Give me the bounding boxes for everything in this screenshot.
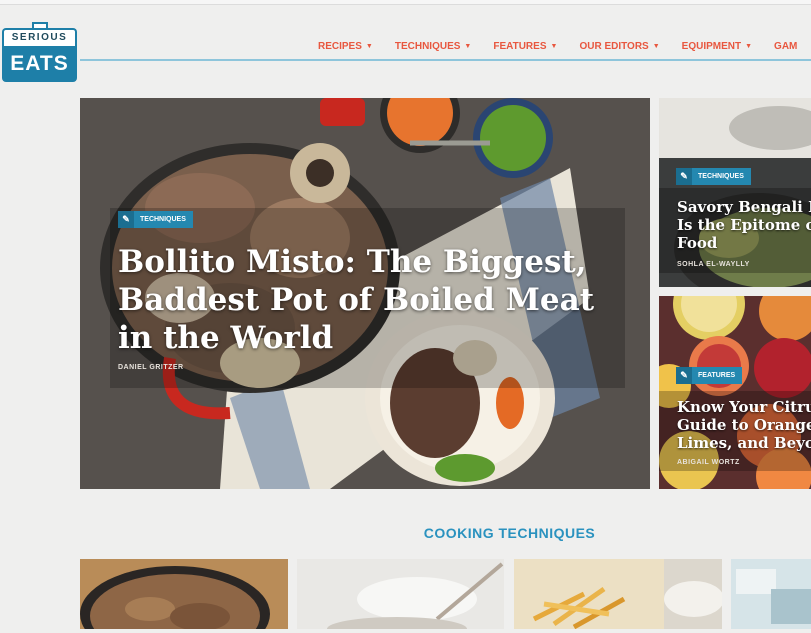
technique-card-1[interactable] — [80, 559, 288, 629]
hero-byline[interactable]: DANIEL GRITZER — [118, 364, 184, 371]
chevron-down-icon: ▼ — [365, 43, 373, 50]
nav-divider — [80, 59, 811, 61]
badge-label: TECHNIQUES — [140, 216, 186, 223]
side-feature-1[interactable]: ✎ TECHNIQUES Savory Bengali R Is the Epi… — [659, 98, 811, 287]
technique-card-2[interactable] — [297, 559, 504, 629]
category-badge[interactable]: ✎ TECHNIQUES — [118, 211, 193, 228]
side-feature-title-line: Savory Bengali R — [677, 198, 811, 216]
side-feature-title-line: Food — [677, 234, 718, 252]
side-feature-title-line: Guide to Oranges — [677, 416, 811, 434]
nav-label: GAM — [774, 41, 798, 52]
nav-label: EQUIPMENT — [681, 41, 742, 52]
site-logo[interactable]: SERIOUS EATS — [2, 22, 77, 85]
pencil-icon: ✎ — [676, 367, 692, 384]
badge-label: FEATURES — [698, 372, 736, 379]
chevron-down-icon: ▼ — [550, 43, 558, 50]
technique-card-3[interactable] — [514, 559, 722, 629]
logo-bottom-text: EATS — [2, 46, 77, 82]
side-feature-title-line: Know Your Citru — [677, 398, 811, 416]
side-feature-title: Know Your Citru Guide to Oranges Limes, … — [677, 398, 811, 452]
technique-image — [80, 559, 288, 629]
technique-image — [297, 559, 504, 629]
technique-card-4[interactable] — [731, 559, 811, 629]
side-feature-title: Savory Bengali R Is the Epitome of Food — [677, 198, 811, 252]
logo-top-text: SERIOUS — [2, 28, 77, 46]
pencil-icon: ✎ — [118, 211, 134, 228]
side-feature-image-1 — [659, 98, 811, 287]
category-badge[interactable]: ✎ FEATURES — [676, 367, 743, 384]
nav-item-recipes[interactable]: RECIPES ▼ — [318, 40, 373, 54]
nav-label: FEATURES — [493, 41, 547, 52]
main-nav: RECIPES ▼ TECHNIQUES ▼ FEATURES ▼ OUR EDITO… — [318, 40, 811, 54]
section-title[interactable]: COOKING TECHNIQUES — [0, 525, 811, 541]
badge-label: TECHNIQUES — [698, 173, 744, 180]
nav-label: TECHNIQUES — [394, 41, 461, 52]
technique-image — [514, 559, 722, 629]
chevron-down-icon: ▼ — [745, 43, 753, 50]
side-feature-title-line: Is the Epitome of — [677, 216, 811, 234]
nav-item-features[interactable]: FEATURES ▼ — [493, 40, 557, 54]
nav-item-equipment[interactable]: EQUIPMENT ▼ — [682, 40, 752, 54]
nav-item-techniques[interactable]: TECHNIQUES ▼ — [395, 40, 472, 54]
nav-item-our-editors[interactable]: OUR EDITORS ▼ — [579, 40, 659, 54]
chevron-down-icon: ▼ — [464, 43, 472, 50]
nav-item-games[interactable]: GAM — [774, 40, 797, 54]
nav-label: OUR EDITORS — [579, 41, 649, 52]
chevron-down-icon: ▼ — [652, 43, 660, 50]
nav-label: RECIPES — [318, 41, 362, 52]
side-feature-byline[interactable]: SOHLA EL-WAYLLY — [677, 261, 750, 268]
side-feature-title-line: Limes, and Beyon — [677, 434, 811, 452]
hero-title[interactable]: Bollito Misto: The Biggest, Baddest Pot … — [118, 243, 618, 357]
technique-image — [731, 559, 811, 629]
side-feature-byline[interactable]: ABIGAIL WORTZ — [677, 459, 740, 466]
pencil-icon: ✎ — [676, 168, 692, 185]
side-feature-2[interactable]: ✎ FEATURES Know Your Citru Guide to Oran… — [659, 296, 811, 489]
category-badge[interactable]: ✎ TECHNIQUES — [676, 168, 751, 185]
browser-top-edge — [0, 0, 811, 5]
